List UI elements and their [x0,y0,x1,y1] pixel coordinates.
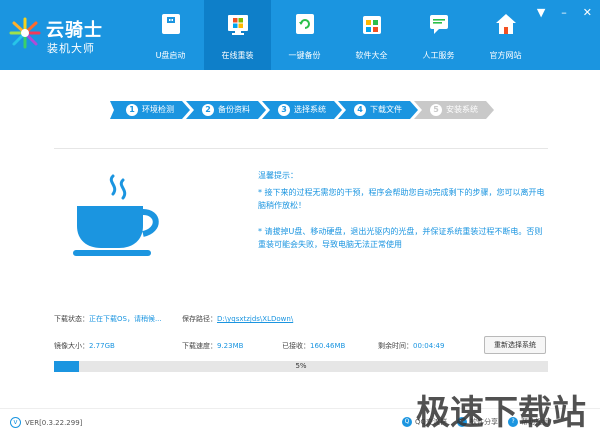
close-button[interactable]: ✕ [583,7,592,18]
save-path-link[interactable]: D:\yqsxtzjds\XLDown\ [217,315,293,323]
step-environment-check: 1 环境检测 [114,101,184,119]
time-remaining: 剩余时间：00:04:49 [378,341,444,351]
step-progress: 1 环境检测 2 备份资料 3 选择系统 4 下载文件 5 安装系统 [110,101,495,119]
download-speed-label: 下载速度： [182,342,217,350]
logo-subtitle: 装机大师 [47,42,95,55]
save-path: 保存路径：D:\yqsxtzjds\XLDown\ [182,314,293,324]
nav-label: 一键备份 [288,51,321,60]
backup-icon [296,14,314,34]
reselect-system-button[interactable]: 重新选择系统 [484,336,546,354]
step-backup-data: 2 备份资料 [190,101,260,119]
nav-usb-boot[interactable]: U盘启动 [137,0,204,70]
image-size: 镜像大小：2.77GB [54,341,115,351]
received-value: 160.46MB [310,342,346,350]
received-label: 已接收： [282,342,310,350]
step-number: 4 [354,104,366,116]
tips-title: 温馨提示： [258,171,298,180]
tip-remove-devices: * 请拔掉U盘、移动硬盘，退出光驱内的光盘，并保证系统重装过程不断电。否则重装可… [258,227,543,249]
qq-icon: Q [402,417,412,427]
version-label: VER[0.3.22.299] [25,418,83,427]
windows-icon [228,15,248,35]
nav-official-site[interactable]: 官方网站 [472,0,539,70]
step-select-system: 3 选择系统 [266,101,336,119]
nav-software-center[interactable]: 软件大全 [338,0,405,70]
download-speed-value: 9.23MB [217,342,244,350]
divider [54,148,548,149]
step-label: 安装系统 [446,105,478,114]
app-logo: 云骑士 装机大师 [8,10,128,60]
watermark-text: 极速下载站 [416,393,586,433]
download-status-value: 正在下载OS，请稍候... [89,315,162,323]
download-progress-bar: 5% [54,361,548,372]
step-number: 5 [430,104,442,116]
minimize-button[interactable]: – [561,7,567,18]
chat-service-icon [430,15,448,34]
watermark: 极速下载站 [416,385,600,436]
step-label: 环境检测 [142,105,174,114]
progress-percent: 5% [295,362,307,370]
step-number: 1 [126,104,138,116]
nav-label: 人工服务 [422,51,455,60]
tip-no-intervention: * 接下来的过程无需您的干预，程序会帮助您自动完成剩下的步骤，您可以离开电脑稍作… [258,188,545,210]
image-size-value: 2.77GB [89,342,115,350]
logo-title: 云骑士 [46,20,103,41]
step-label: 下载文件 [370,105,402,114]
step-install-system: 5 安装系统 [418,101,488,119]
window-controls: ▼ – ✕ [537,7,592,18]
main-nav: U盘启动 在线重装 一键备份 软件大全 人工服务 官方网站 [137,0,539,70]
coffee-cup-icon [73,174,159,256]
nav-label: 官方网站 [489,51,522,60]
dropdown-menu-icon[interactable]: ▼ [537,7,545,18]
download-speed: 下载速度：9.23MB [182,341,243,351]
time-remaining-value: 00:04:49 [413,342,445,350]
software-icon [363,16,381,34]
nav-one-click-backup[interactable]: 一键备份 [271,0,338,70]
received: 已接收：160.46MB [282,341,345,351]
download-status: 下载状态：正在下载OS，请稍候... [54,314,162,324]
step-number: 2 [202,104,214,116]
time-remaining-label: 剩余时间： [378,342,413,350]
nav-label: 软件大全 [355,51,388,60]
save-path-label: 保存路径： [182,315,217,323]
step-label: 备份资料 [218,105,250,114]
version-info[interactable]: v VER[0.3.22.299] [10,417,82,428]
usb-drive-icon [162,14,180,34]
step-download-files: 4 下载文件 [342,101,412,119]
nav-manual-service[interactable]: 人工服务 [405,0,472,70]
step-number: 3 [278,104,290,116]
nav-label: U盘启动 [155,51,186,60]
home-icon [496,14,516,34]
nav-online-reinstall[interactable]: 在线重装 [204,0,271,70]
download-status-label: 下载状态： [54,315,89,323]
nav-label: 在线重装 [221,51,254,60]
chevron-down-icon: v [10,417,21,428]
step-label: 选择系统 [294,105,326,114]
header-bar: 云骑士 装机大师 U盘启动 在线重装 一键备份 软件大全 人工服务 官方网站 ▼… [0,0,600,70]
logo-starburst-icon [9,17,41,49]
image-size-label: 镜像大小： [54,342,89,350]
